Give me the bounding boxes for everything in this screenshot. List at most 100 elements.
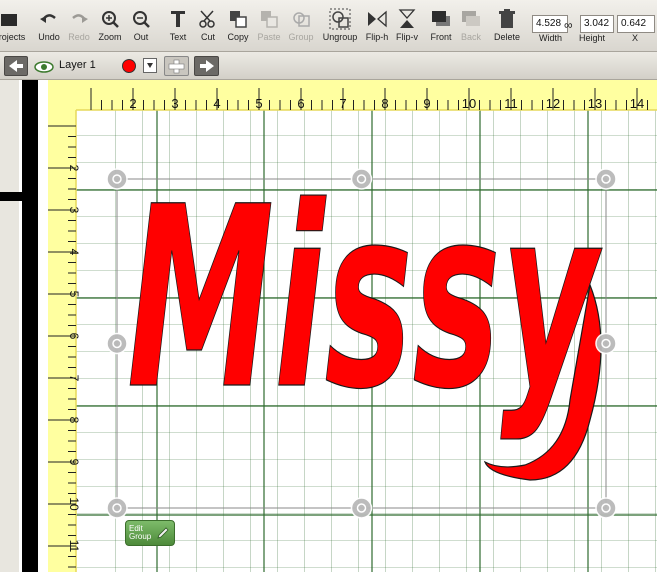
tool-cut[interactable]: Cut [195,8,221,48]
missy-text[interactable]: Missy [126,152,603,444]
tool-paste[interactable]: Paste [256,8,282,48]
ruler-left-label: 8 [67,417,81,424]
tool-label: Cut [200,32,215,42]
height-label: Height [579,33,606,43]
ruler-top-label: 14 [630,96,644,111]
redo-icon [72,14,88,23]
x-label: X [632,33,639,43]
resize-handle-left[interactable] [106,332,128,355]
layer-dropdown-button[interactable] [143,58,157,73]
tool-label: Ungroup [322,32,358,42]
resize-handle-top[interactable] [350,168,373,190]
tool-label: Redo [68,32,90,42]
next-layer-button[interactable] [194,56,219,76]
scissors-icon [199,10,215,28]
layer-bar: Layer 1 [0,52,657,80]
tool-zoom[interactable]: Zoom [96,8,124,48]
tool-label: Text [169,32,187,42]
resize-handle-right[interactable] [595,332,617,355]
tool-redo[interactable]: Redo [66,8,92,48]
tool-out[interactable]: Out [128,8,154,48]
tool-label: Flip-h [365,32,389,42]
ruler-left-label: 3 [67,207,81,214]
add-layer-button[interactable] [164,56,189,76]
pencil-icon [157,527,169,539]
ruler-left-label: 5 [67,291,81,298]
tool-group[interactable]: Group [287,8,315,48]
text-icon [171,11,185,27]
tool-label: Out [133,32,149,42]
ruler-top-label: 4 [213,96,220,111]
ruler-top-label: 9 [423,96,430,111]
layer-name[interactable]: Layer 1 [59,59,96,71]
cutting-mat[interactable]: 2 3 4 5 6 7 8 9 10 11 12 13 14 2 3 4 5 6 7 8 9 10 11 Missy [30,80,657,572]
resize-handle-bottom[interactable] [350,497,373,519]
bring-front-icon [432,11,450,26]
edit-group-label: Edit Group [129,524,152,541]
tool-ungroup[interactable]: Ungroup [320,8,360,48]
missy-text-shape[interactable]: Missy [126,152,603,481]
ruler-top-label: 12 [546,96,560,111]
ruler-top-label: 10 [462,96,476,111]
rotate-handle-bottom-left[interactable] [106,497,128,519]
x-field[interactable]: 0.642 [617,15,655,33]
toolbar: Projects Undo Redo Zoom Out Text Cut Copy Paste G… [0,0,657,52]
tool-fliph[interactable]: Flip-h [364,8,390,48]
layer-color-swatch[interactable] [121,58,137,74]
tool-label: Undo [38,32,60,42]
trash-icon [499,9,515,28]
tool-label: Copy [227,32,249,42]
tool-copy[interactable]: Copy [225,8,251,48]
tool-undo[interactable]: Undo [36,8,62,48]
tool-label: Zoom [98,32,122,42]
tool-label: Paste [257,32,281,42]
edit-group-button[interactable]: Edit Group [125,520,175,546]
tool-projects[interactable]: Projects [0,8,26,48]
tool-delete[interactable]: Delete [493,8,521,48]
zoom-out-icon [133,11,150,28]
ruler-top-label: 7 [339,96,346,111]
ruler-left-label: 10 [67,497,81,511]
tool-label: Back [460,32,481,42]
link-proportions-icon[interactable]: ∞ [564,18,573,32]
eye-icon[interactable] [34,61,54,73]
flip-horizontal-icon [368,10,387,28]
ruler-left-label: 9 [67,459,81,466]
tool-back[interactable]: Back [458,8,484,48]
undo-icon [40,14,56,23]
ungroup-icon [329,8,351,30]
plus-icon [168,59,185,74]
tool-label: Group [288,32,314,42]
ruler-top-label: 8 [381,96,388,111]
height-field[interactable]: 3.042 [580,15,614,33]
tool-flipv[interactable]: Flip-v [394,8,420,48]
tool-label: Flip-v [396,32,418,42]
canvas-area[interactable]: 2 3 4 5 6 7 8 9 10 11 12 13 14 2 3 4 5 6 7 8 9 10 11 Missy [30,80,657,572]
arrow-left-icon [9,60,23,72]
tool-front[interactable]: Front [428,8,454,48]
rotate-handle-top-left[interactable] [106,168,128,190]
folder-icon [1,14,17,26]
ruler-left-label: 11 [67,540,81,553]
ruler-left-label: 4 [67,249,81,256]
tool-label: Delete [493,32,520,42]
tool-label: Front [430,32,452,42]
ruler-top-label: 13 [588,96,602,111]
resize-handle-bottom-right[interactable] [595,497,617,519]
tool-text[interactable]: Text [165,8,191,48]
ruler-top-label: 2 [129,96,136,111]
paste-icon [261,11,278,28]
ruler-left-label: 6 [67,333,81,340]
width-field[interactable]: 4.528 [532,15,568,33]
ruler-top-label: 5 [255,96,262,111]
ruler-left-label: 7 [67,375,81,382]
ruler-left-label: 2 [67,165,81,172]
zoom-in-icon [102,11,119,28]
ruler-top-label: 6 [297,96,304,111]
resize-handle-top-right[interactable] [595,168,617,190]
ruler-top-label: 3 [171,96,178,111]
arrow-right-icon [200,60,214,72]
send-back-icon [462,11,480,26]
previous-layer-button[interactable] [4,56,28,76]
tool-label: Projects [0,32,26,42]
